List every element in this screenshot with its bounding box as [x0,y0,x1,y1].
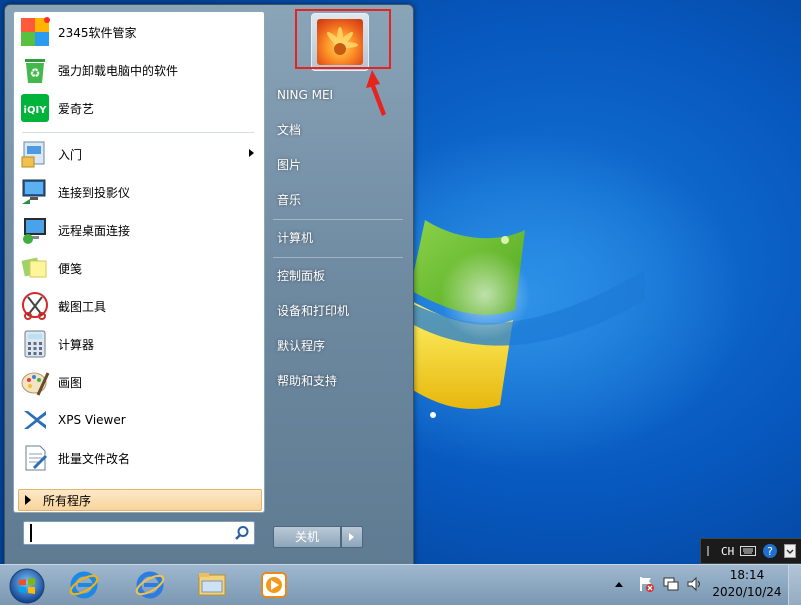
annotation-arrow-icon [366,70,386,116]
show-desktop-button[interactable] [788,565,801,605]
system-clock[interactable]: 18:14 2020/10/24 [712,567,782,601]
right-item-user-name[interactable]: NING MEI [269,82,417,108]
language-code: CH [721,544,735,558]
shutdown-options-button[interactable] [341,526,363,548]
projector-icon [19,176,51,208]
right-item-default-programs[interactable]: 默认程序 [269,333,417,359]
start-orb-icon[interactable] [8,567,46,605]
keyboard-grip-icon [707,546,709,556]
right-item-devices-printers[interactable]: 设备和打印机 [269,298,417,324]
pinned-item-label: 2345软件管家 [58,25,137,40]
getting-started-icon [19,138,51,170]
xps-viewer-icon [19,404,51,436]
recent-item-sticky-notes[interactable]: 便笺 [16,250,260,286]
sticky-notes-icon [19,252,51,284]
software-manager-icon [19,16,51,48]
recent-item-label: 画图 [58,375,83,390]
recent-item-remote-desktop[interactable]: 远程桌面连接 [16,212,260,248]
recent-item-label: 远程桌面连接 [58,223,131,238]
divider [22,132,254,133]
programs-pane: 2345软件管家 ♻ 强力卸载电脑中的软件 iQIY 爱奇艺 入门 连接到投影仪… [13,11,265,513]
media-player-icon[interactable] [258,569,290,601]
shutdown-button[interactable]: 关机 [273,526,341,548]
show-hidden-icons-chevron-icon[interactable] [614,580,624,588]
search-input[interactable] [30,524,232,542]
pinned-item-iqiyi[interactable]: iQIY 爱奇艺 [16,90,260,126]
divider [273,257,403,258]
recent-item-getting-started[interactable]: 入门 [16,136,260,172]
volume-icon[interactable] [686,575,704,593]
keyboard-icon [740,546,757,556]
action-center-flag-icon[interactable] [638,575,656,593]
right-item-music[interactable]: 音乐 [269,187,417,213]
svg-text:?: ? [767,545,773,558]
svg-text:♻: ♻ [30,66,41,80]
clock-date: 2020/10/24 [712,585,782,599]
recent-item-label: 连接到投影仪 [58,185,131,200]
pinned-item-uninstaller[interactable]: ♻ 强力卸载电脑中的软件 [16,52,260,88]
ie-icon[interactable] [134,569,166,601]
pinned-item-label: 爱奇艺 [58,101,95,116]
start-menu: 2345软件管家 ♻ 强力卸载电脑中的软件 iQIY 爱奇艺 入门 连接到投影仪… [4,4,414,566]
batch-rename-icon [19,442,51,474]
snipping-tool-icon [19,290,51,322]
all-programs-label: 所有程序 [43,493,92,508]
all-programs-button[interactable]: 所有程序 [18,489,262,511]
taskbar: 18:14 2020/10/24 [0,564,801,605]
right-item-computer[interactable]: 计算机 [269,225,417,251]
file-explorer-icon[interactable] [196,569,228,601]
search-area [13,513,263,553]
recent-item-snipping-tool[interactable]: 截图工具 [16,288,260,324]
pinned-item-2345-software-manager[interactable]: 2345软件管家 [16,14,260,50]
recent-item-label: XPS Viewer [58,413,126,427]
svg-text:iQIY: iQIY [24,105,48,116]
recent-item-label: 截图工具 [58,299,107,314]
right-item-control-panel[interactable]: 控制面板 [269,263,417,289]
right-item-help-support[interactable]: 帮助和支持 [269,368,417,394]
recent-item-projector[interactable]: 连接到投影仪 [16,174,260,210]
calculator-icon [19,328,51,360]
chevron-down-icon [784,544,797,558]
recent-item-paint[interactable]: 画图 [16,364,260,400]
network-icon[interactable] [662,575,680,593]
internet-explorer-icon[interactable] [68,569,100,601]
paint-icon [19,366,51,398]
recycle-uninstall-icon: ♻ [19,54,51,86]
all-programs-arrow-icon [25,495,31,505]
annotation-highlight-box [295,9,391,69]
windows-logo [405,220,645,418]
recent-item-label: 计算器 [58,337,95,352]
recent-item-label: 入门 [58,147,83,162]
language-bar[interactable]: CH ? [700,538,801,564]
remote-desktop-icon [19,214,51,246]
right-item-pictures[interactable]: 图片 [269,152,417,178]
recent-item-batch-rename[interactable]: 批量文件改名 [16,440,260,476]
right-item-documents[interactable]: 文档 [269,117,417,143]
search-icon[interactable] [234,525,250,541]
submenu-arrow-icon [249,149,254,157]
divider [273,219,403,220]
recent-item-calculator[interactable]: 计算器 [16,326,260,362]
clock-time: 18:14 [729,568,765,582]
recent-item-label: 便笺 [58,261,83,276]
recent-item-xps-viewer[interactable]: XPS Viewer [16,402,260,438]
pinned-item-label: 强力卸载电脑中的软件 [58,63,179,78]
search-box [23,521,255,545]
help-icon: ? [763,544,778,558]
iqiyi-icon: iQIY [19,92,51,124]
recent-item-label: 批量文件改名 [58,451,131,466]
